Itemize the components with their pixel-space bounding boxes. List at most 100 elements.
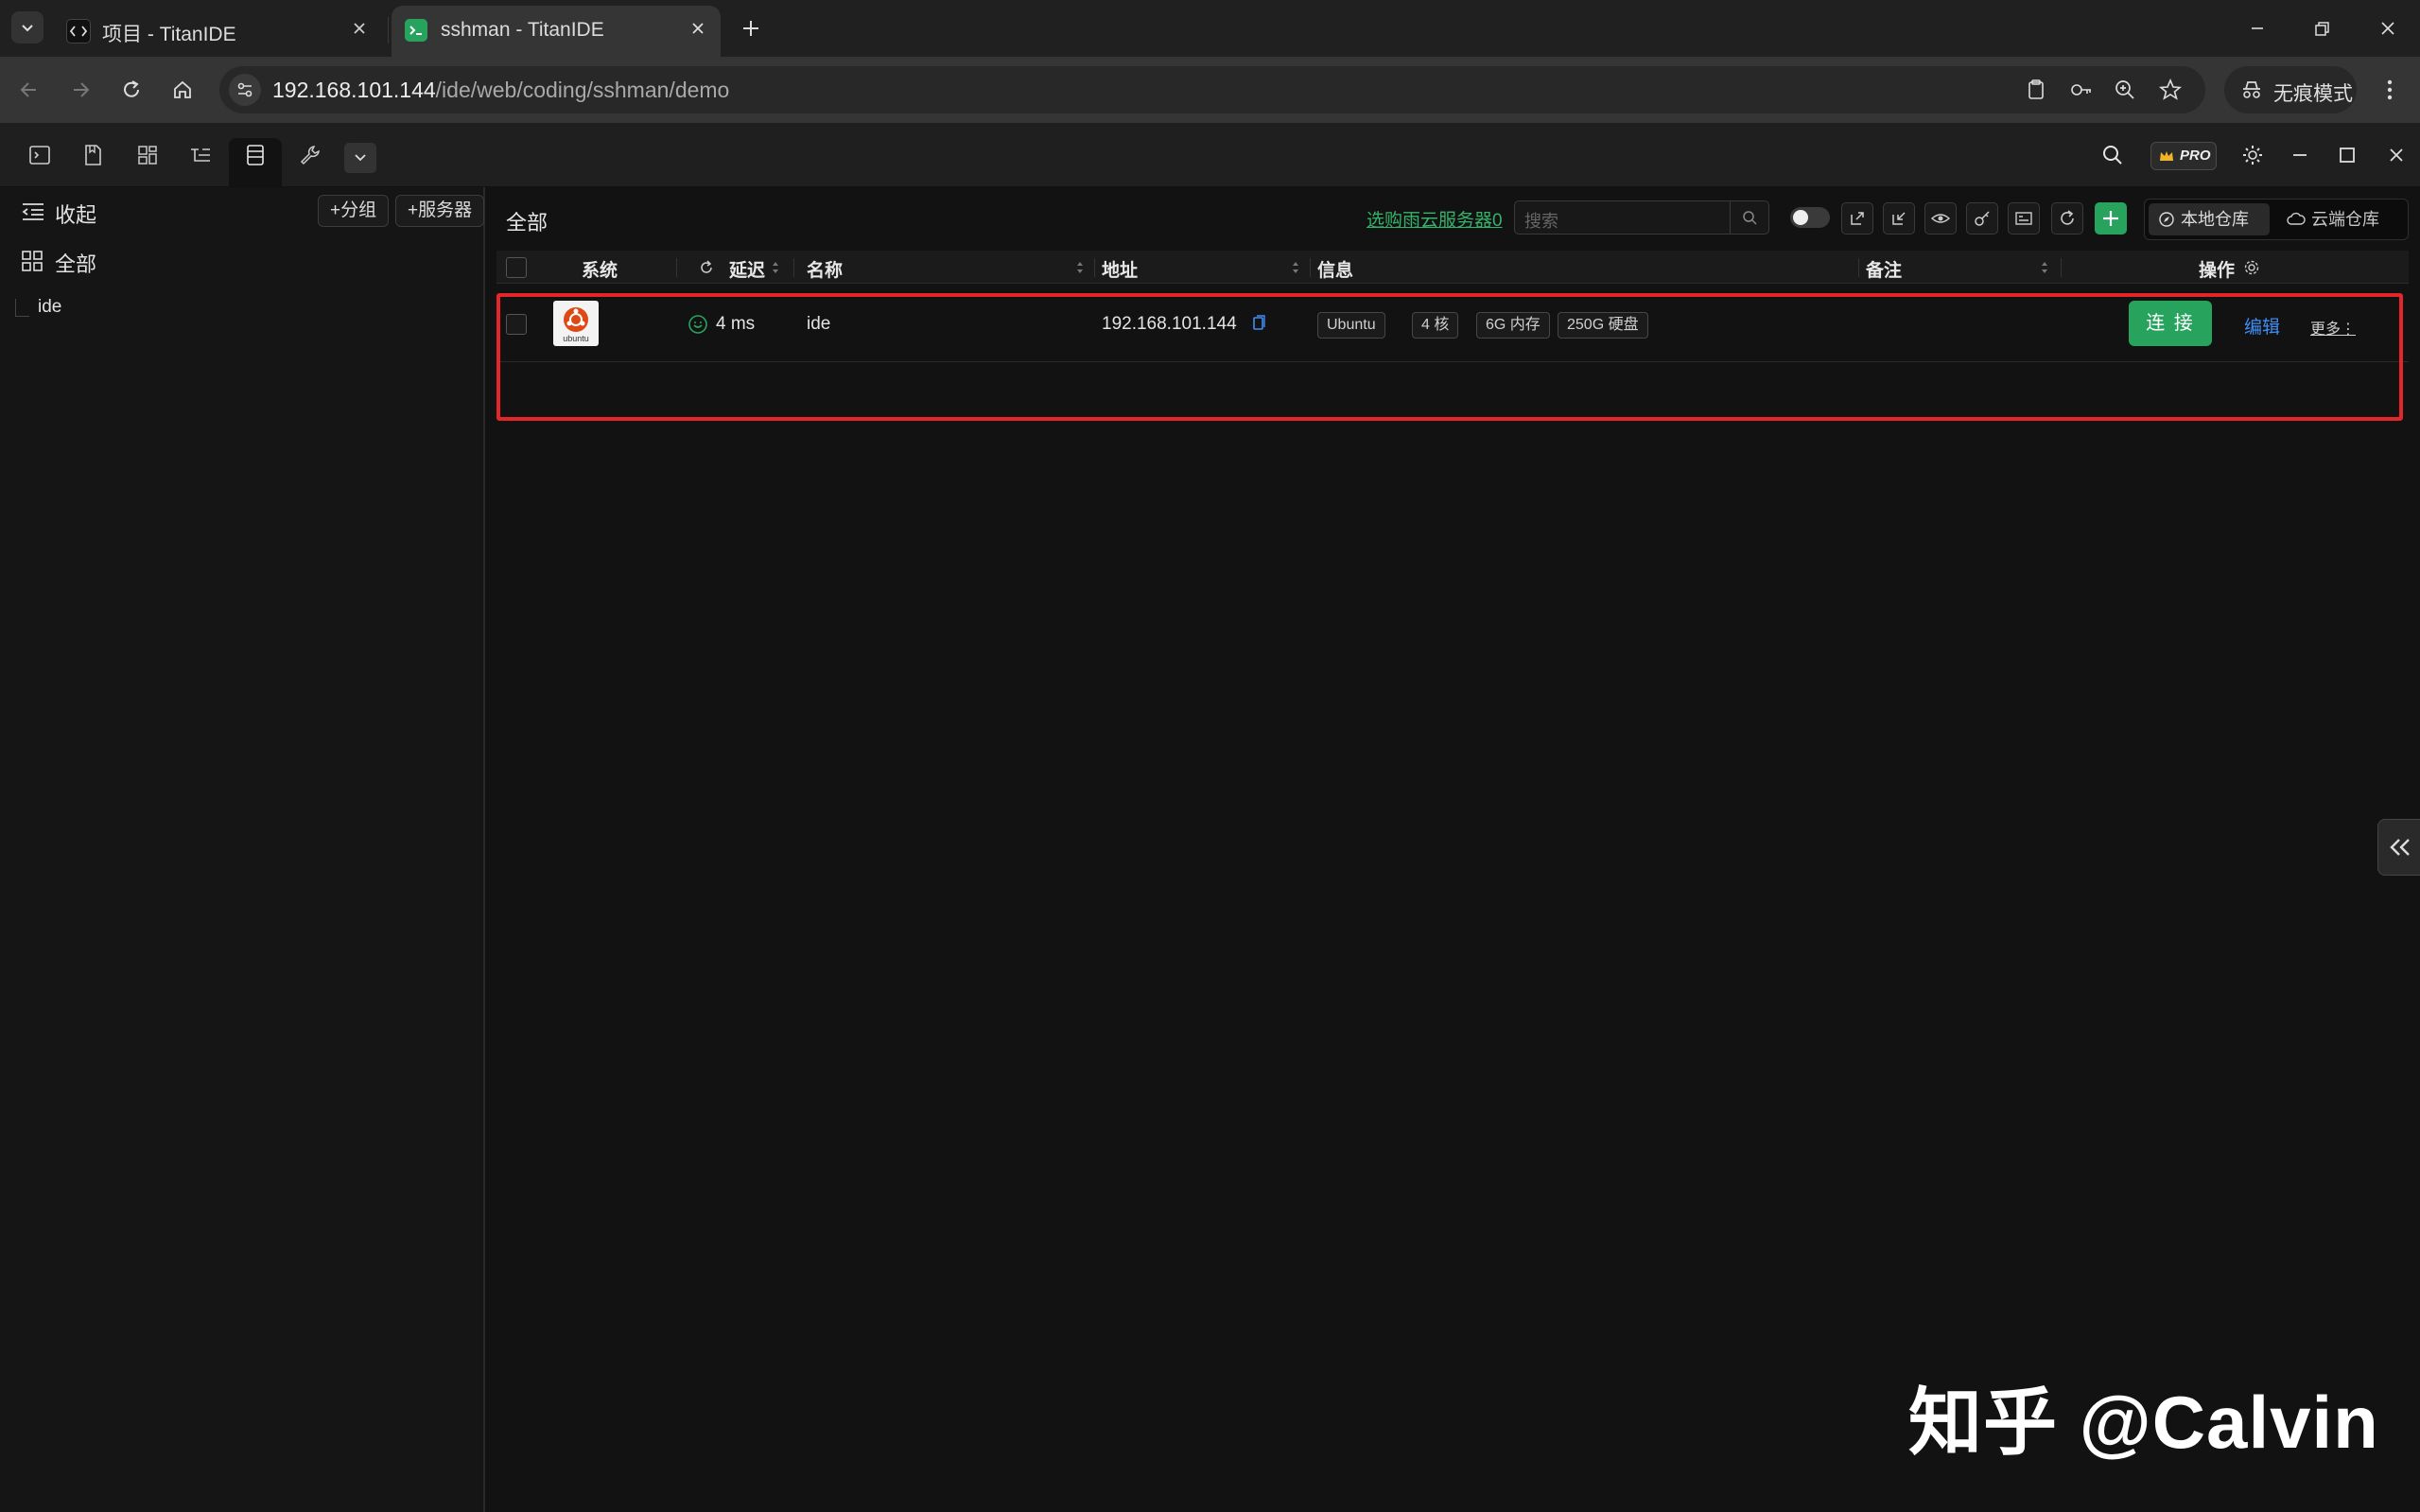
gear-icon[interactable]	[2237, 140, 2268, 170]
url-text: 192.168.101.144/ide/web/coding/sshman/de…	[272, 78, 730, 102]
search-icon	[1743, 211, 1757, 225]
col-remark[interactable]: 备注	[1866, 256, 1902, 282]
repository-switch: 本地仓库 云端仓库	[2144, 199, 2409, 240]
dashboard-icon[interactable]	[132, 140, 163, 170]
close-icon[interactable]	[2381, 140, 2411, 170]
tab-cloud-repo[interactable]: 云端仓库	[2277, 203, 2402, 235]
command-icon	[2015, 212, 2032, 225]
key-icon[interactable]	[2067, 76, 2096, 104]
pro-badge[interactable]: PRO	[2150, 142, 2217, 170]
search-icon[interactable]	[2098, 140, 2128, 170]
tree-icon[interactable]	[185, 140, 216, 170]
browser-tab-projects[interactable]: 项目 - TitanIDE	[53, 6, 382, 57]
tab-search-button[interactable]	[11, 11, 44, 43]
zoom-icon[interactable]	[2111, 76, 2139, 104]
key-manager-button[interactable]	[1966, 202, 1998, 235]
col-actions: 操作	[2199, 261, 2236, 281]
table-header: 系统 延迟 名称 地址 信息 备注 操作	[496, 251, 2409, 284]
col-latency[interactable]: 延迟	[729, 256, 765, 282]
browser-tab-strip: 项目 - TitanIDE sshman - TitanIDE	[0, 0, 2420, 57]
terminal-icon	[405, 19, 427, 42]
expand-panel-handle[interactable]	[2377, 819, 2420, 876]
tab-local-repo[interactable]: 本地仓库	[2149, 203, 2270, 235]
cloud-icon	[2287, 212, 2306, 225]
wrench-icon[interactable]	[295, 140, 325, 170]
minimize-icon[interactable]	[2285, 140, 2315, 170]
col-address[interactable]: 地址	[1102, 256, 1138, 282]
ide-activity-bar: PRO	[0, 123, 2420, 187]
import-icon	[1892, 212, 1906, 225]
grid-icon	[22, 251, 43, 271]
reload-icon[interactable]	[113, 72, 149, 108]
address-bar[interactable]: 192.168.101.144/ide/web/coding/sshman/de…	[219, 66, 2205, 113]
home-icon[interactable]	[165, 72, 200, 108]
close-icon[interactable]	[685, 15, 711, 42]
star-icon[interactable]	[2156, 76, 2185, 104]
restore-icon[interactable]	[2306, 13, 2338, 43]
buy-cloud-server-link[interactable]: 选购雨云服务器0	[1367, 206, 1503, 232]
export-icon	[1851, 212, 1864, 225]
sort-icon[interactable]	[2040, 259, 2049, 276]
sort-icon[interactable]	[1291, 259, 1300, 276]
annotation-highlight-box	[496, 293, 2403, 421]
tab-divider	[388, 17, 389, 43]
minimize-icon[interactable]	[2241, 13, 2273, 43]
close-icon[interactable]	[346, 15, 373, 42]
site-info-button[interactable]	[229, 74, 261, 106]
col-info: 信息	[1317, 261, 1354, 281]
refresh-icon	[2061, 210, 2074, 225]
page-title: 全部	[506, 211, 548, 235]
tree-connector	[15, 299, 29, 317]
import-button[interactable]	[1883, 202, 1915, 235]
refresh-latency-icon[interactable]	[697, 258, 716, 277]
refresh-button[interactable]	[2051, 202, 2083, 235]
back-arrow-icon[interactable]	[11, 72, 47, 108]
col-name[interactable]: 名称	[807, 256, 843, 282]
double-chevron-left-icon	[2390, 839, 2410, 856]
view-toggle-switch[interactable]	[1790, 207, 1830, 228]
batch-command-button[interactable]	[2008, 202, 2040, 235]
add-server-button[interactable]: +服务器	[395, 195, 485, 227]
incognito-label: 无痕模式	[2273, 83, 2353, 105]
plus-icon	[2103, 211, 2118, 226]
server-group-sidebar: 收起 +分组 +服务器 全部 ide	[0, 187, 485, 1512]
search-button[interactable]	[1730, 201, 1768, 234]
group-item-ide[interactable]: ide	[38, 297, 61, 318]
clipboard-icon[interactable]	[2022, 76, 2050, 104]
col-system: 系统	[582, 261, 618, 281]
crown-icon	[2160, 151, 2173, 161]
add-group-button[interactable]: +分组	[318, 195, 390, 227]
browser-toolbar: 192.168.101.144/ide/web/coding/sshman/de…	[0, 57, 2420, 123]
titanide-code-icon	[66, 19, 91, 43]
browser-tab-sshman[interactable]: sshman - TitanIDE	[392, 6, 721, 57]
more-tools-dropdown[interactable]	[344, 143, 376, 173]
search-input[interactable]: 搜索	[1514, 200, 1769, 235]
browser-menu-icon[interactable]	[2376, 74, 2404, 106]
tune-icon	[237, 82, 252, 97]
group-all-label: 全部	[55, 252, 97, 276]
terminal-icon[interactable]	[25, 140, 55, 170]
select-all-checkbox[interactable]	[506, 257, 527, 278]
sort-icon[interactable]	[1075, 259, 1085, 276]
file-icon[interactable]	[78, 140, 108, 170]
compass-icon	[2159, 212, 2174, 227]
key-icon	[1975, 211, 1990, 226]
maximize-icon[interactable]	[2332, 140, 2362, 170]
window-close-icon[interactable]	[2372, 13, 2404, 43]
server-list-icon[interactable]	[240, 140, 270, 170]
view-button[interactable]	[1924, 202, 1957, 235]
tab-title: sshman - TitanIDE	[441, 19, 604, 41]
new-tab-plus-icon[interactable]	[736, 13, 766, 43]
sort-icon[interactable]	[771, 259, 780, 276]
watermark-text: 知乎 @Calvin	[1908, 1381, 2379, 1464]
gear-icon[interactable]	[2242, 258, 2261, 277]
incognito-indicator[interactable]: 无痕模式	[2224, 66, 2357, 113]
tab-title: 项目 - TitanIDE	[102, 24, 236, 45]
eye-icon	[1930, 214, 1951, 223]
forward-arrow-icon[interactable]	[62, 72, 98, 108]
export-button[interactable]	[1841, 202, 1873, 235]
collapse-label: 收起	[55, 203, 97, 227]
add-server-plus-button[interactable]	[2095, 202, 2127, 235]
chevron-down-icon	[355, 154, 366, 162]
chevron-down-icon	[22, 25, 33, 32]
